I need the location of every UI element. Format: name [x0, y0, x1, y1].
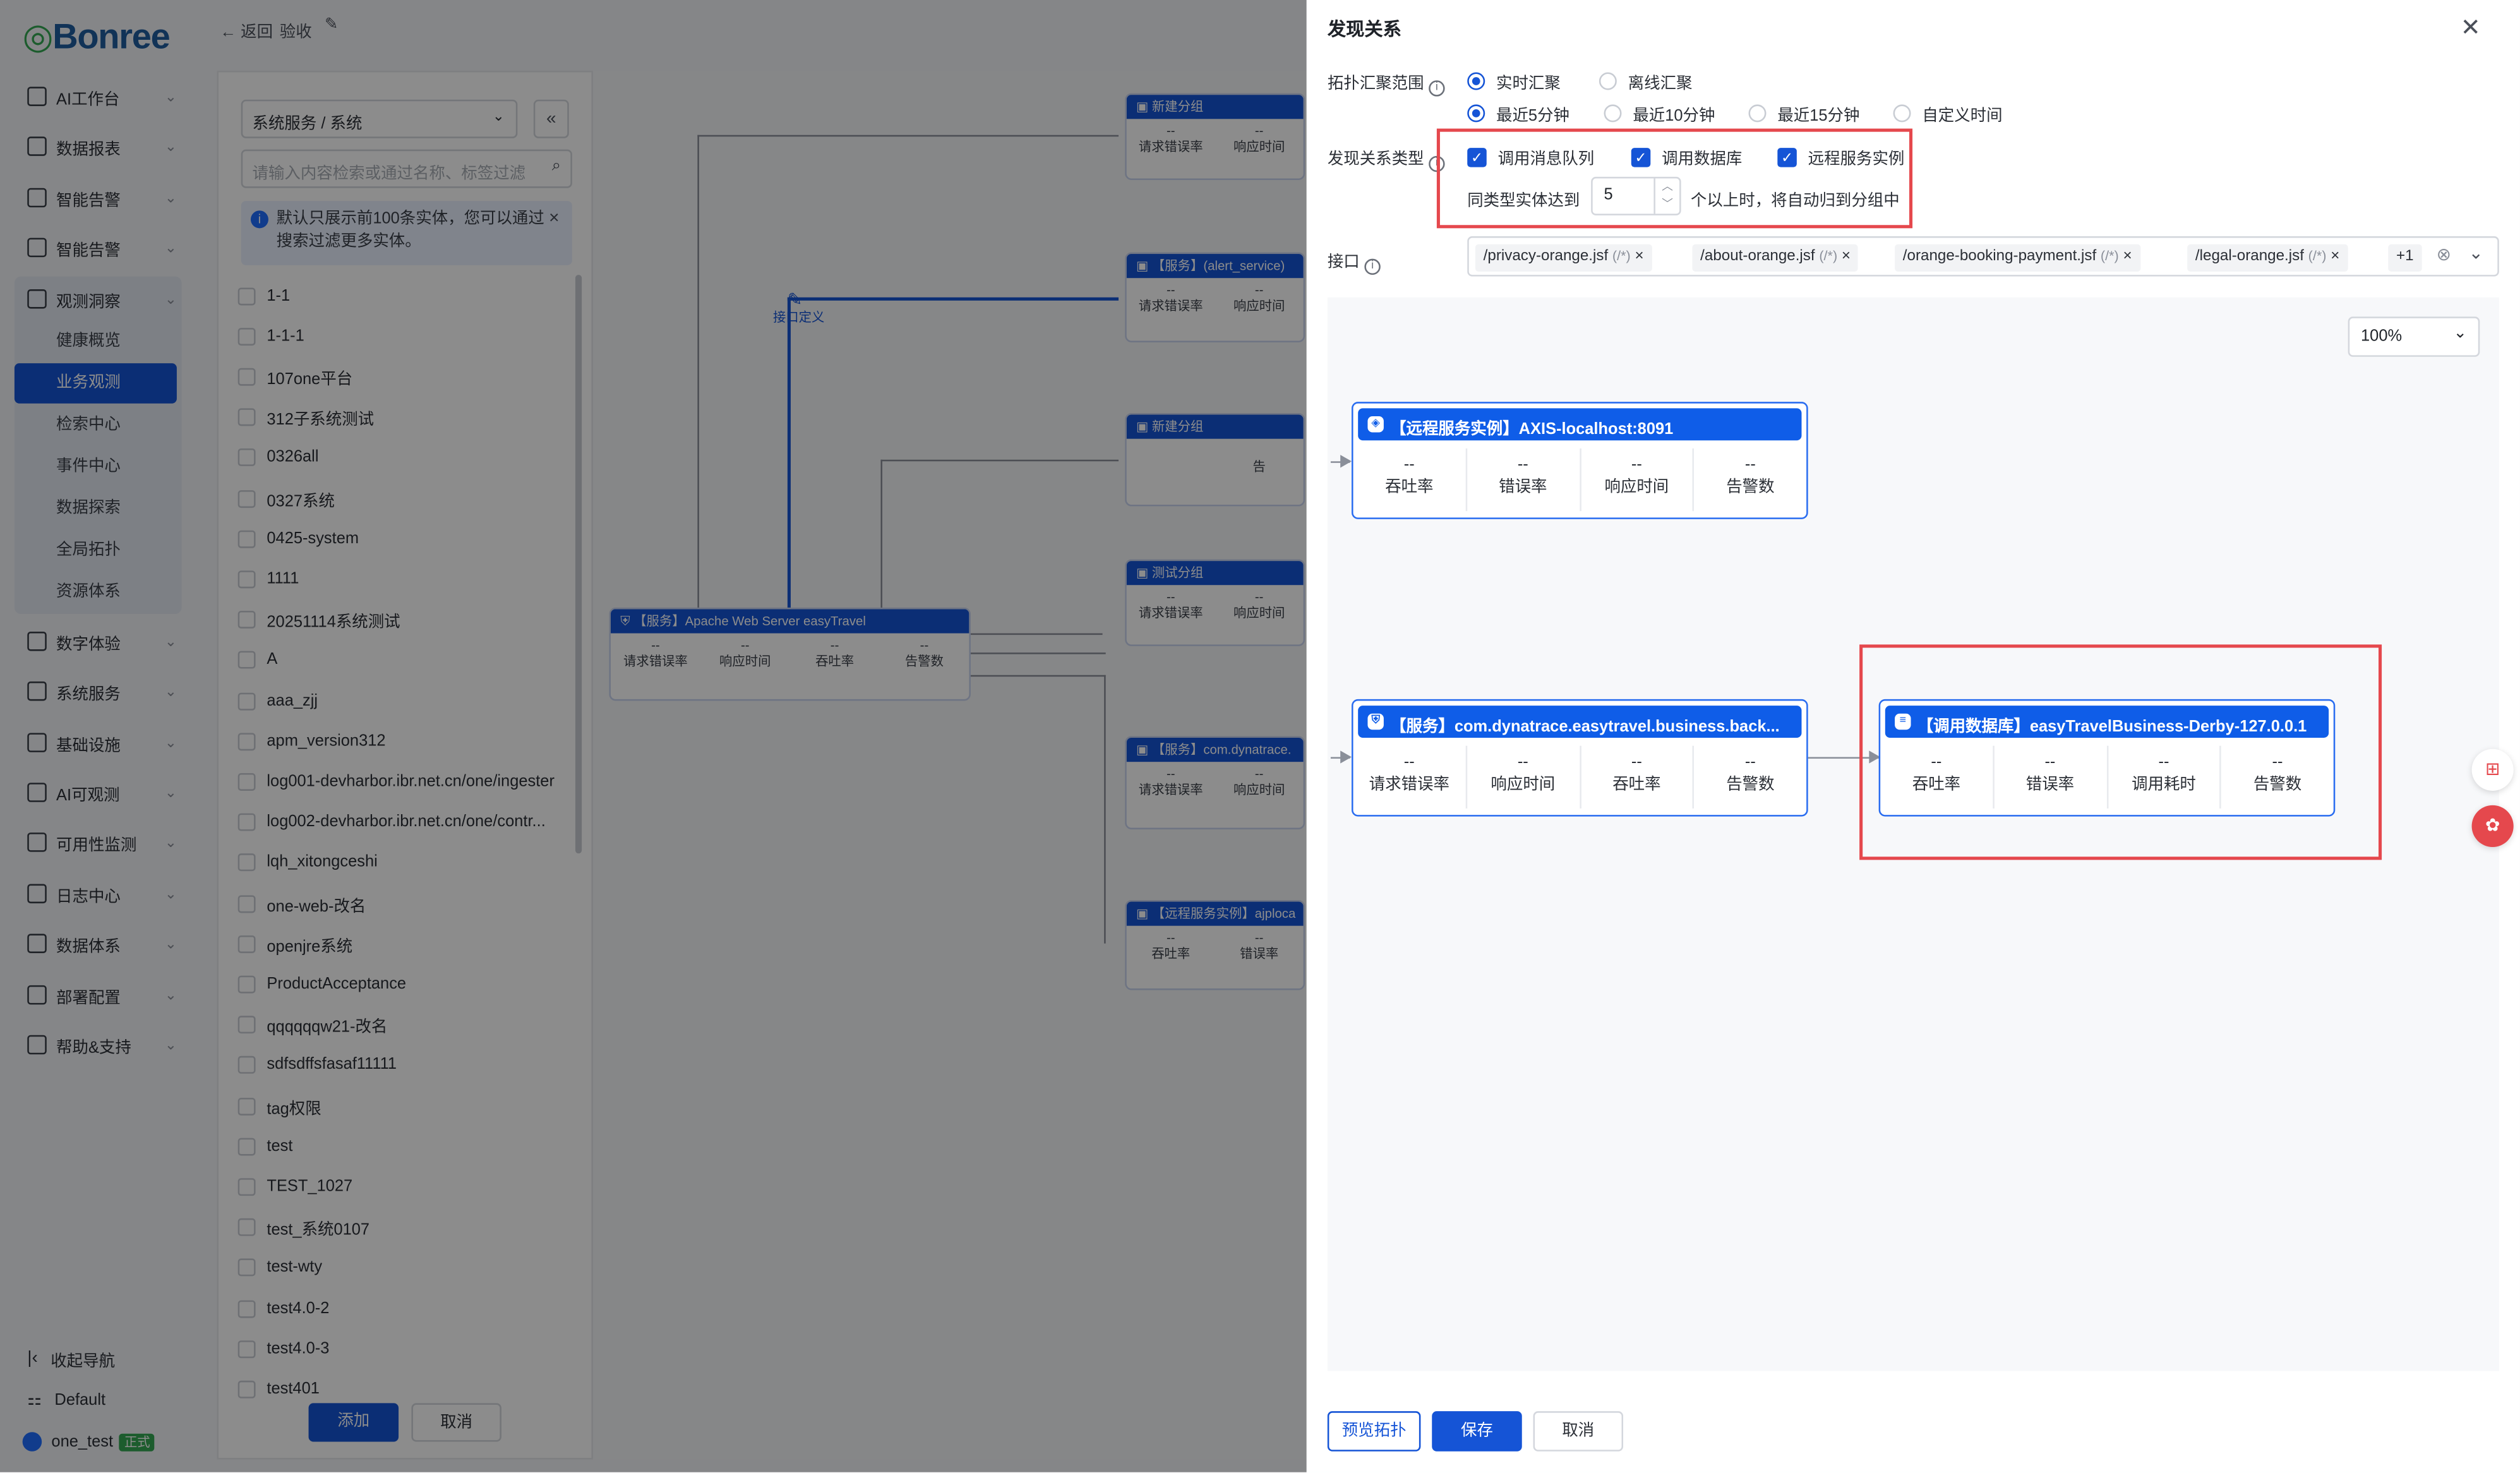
- metric: -- 吞吐率: [1581, 745, 1695, 809]
- metric: -- 请求错误率: [1353, 745, 1467, 809]
- radio-option[interactable]: 离线汇聚: [1599, 69, 1693, 93]
- interface-tag-path: (/*): [2308, 247, 2327, 264]
- zoom-value: 100%: [2361, 328, 2403, 346]
- metric-label: 告警数: [1726, 776, 1775, 795]
- interface-tag[interactable]: /orange-booking-payment.jsf (/*) ×: [1895, 244, 2140, 272]
- metric-value: --: [1744, 456, 1756, 474]
- node-title: 【服务】com.dynatrace.easytravel.business.ba…: [1390, 718, 1780, 736]
- drawer-title: 发现关系: [1327, 21, 1401, 40]
- remote-instance-icon: ◈: [1367, 416, 1384, 433]
- radio-option[interactable]: 自定义时间: [1893, 101, 2003, 125]
- metric-value: --: [1744, 754, 1756, 772]
- close-icon[interactable]: ×: [2327, 248, 2339, 265]
- radio-label: 最近10分钟: [1633, 107, 1715, 126]
- metric: -- 告警数: [1695, 448, 1806, 511]
- grid-apps-icon[interactable]: ⊞: [2471, 749, 2514, 791]
- more-tags-count[interactable]: +1: [2388, 244, 2422, 272]
- chevron-down-icon[interactable]: ⌄: [2469, 243, 2483, 264]
- metric: -- 告警数: [1695, 746, 1806, 809]
- interface-tag-name: /about-orange.jsf: [1700, 247, 1815, 265]
- close-icon[interactable]: ✕: [2461, 13, 2481, 42]
- relation-type-label: 发现关系类型 i: [1328, 145, 1445, 172]
- interface-tag-name: /legal-orange.jsf: [2195, 247, 2304, 265]
- metric: -- 响应时间: [1467, 745, 1581, 809]
- interface-tag-path: (/*): [2100, 247, 2119, 264]
- info-icon: i: [1429, 80, 1445, 97]
- metric-label: 吞吐率: [1385, 479, 1434, 497]
- interface-tag[interactable]: /privacy-orange.jsf (/*) ×: [1475, 244, 1652, 272]
- metric-value: --: [1517, 456, 1528, 474]
- metric-label: 告警数: [1726, 479, 1775, 497]
- radio-label: 最近15分钟: [1777, 107, 1860, 126]
- radio-label: 最近5分钟: [1496, 107, 1569, 126]
- radio-option[interactable]: 实时汇聚: [1467, 69, 1561, 93]
- modal-overlay[interactable]: [0, 0, 1307, 1472]
- radio-button[interactable]: [1604, 104, 1622, 123]
- radio-button[interactable]: [1467, 104, 1485, 123]
- interface-tag[interactable]: /about-orange.jsf (/*) ×: [1692, 244, 1859, 272]
- metric: -- 吞吐率: [1353, 448, 1467, 512]
- metric-value: --: [1631, 754, 1642, 772]
- preview-topology-button[interactable]: 预览拓扑: [1327, 1411, 1421, 1452]
- edge-arrow: [1330, 455, 1352, 468]
- node-title: 【远程服务实例】AXIS-localhost:8091: [1390, 421, 1674, 439]
- radio-button[interactable]: [1599, 72, 1617, 90]
- radio-option[interactable]: 最近15分钟: [1748, 101, 1860, 126]
- chevron-down-icon: ⌄: [2453, 325, 2467, 342]
- radio-label: 离线汇聚: [1628, 75, 1693, 93]
- metric-label: 响应时间: [1604, 479, 1669, 497]
- app-root: ◎Bonree AI工作台 ⌄ 数据报表 ⌄ 智能告警 ⌄ 智能告警 ⌄ 观测洞察 ⌄ 数字体验 ⌄ 系…: [0, 0, 2520, 1472]
- metric-label: 吞吐率: [1612, 776, 1661, 795]
- close-icon[interactable]: ×: [1837, 248, 1851, 265]
- highlight-box-database: [1859, 644, 2382, 860]
- assistant-icon[interactable]: ✿: [2471, 805, 2514, 848]
- interface-tag-path: (/*): [1819, 247, 1838, 264]
- zoom-select[interactable]: 100% ⌄: [2348, 316, 2480, 357]
- metric: -- 响应时间: [1581, 448, 1695, 512]
- close-icon[interactable]: ×: [1631, 248, 1643, 265]
- metric-value: --: [1403, 456, 1415, 474]
- cancel-button[interactable]: 取消: [1533, 1411, 1624, 1452]
- interface-tag[interactable]: /legal-orange.jsf (/*) ×: [2187, 244, 2348, 272]
- radio-button[interactable]: [1893, 104, 1911, 123]
- node-remote-service-instance[interactable]: ◈ 【远程服务实例】AXIS-localhost:8091 -- 吞吐率 -- 错误率 -…: [1352, 402, 1808, 519]
- service-icon: ⛨: [1367, 713, 1384, 730]
- info-icon: i: [1364, 258, 1381, 275]
- interface-tag-name: /orange-booking-payment.jsf: [1902, 247, 2097, 265]
- interface-label-text: 接口: [1327, 254, 1360, 272]
- radio-button[interactable]: [1748, 104, 1767, 123]
- interface-label: 接口 i: [1328, 248, 1381, 275]
- radio-option[interactable]: 最近5分钟: [1467, 101, 1569, 125]
- node-header: ⛨ 【服务】com.dynatrace.easytravel.business.b…: [1358, 706, 1802, 738]
- edge-arrow: [1330, 750, 1352, 764]
- highlight-box-relation-type: [1436, 128, 1913, 229]
- interface-multiselect[interactable]: /privacy-orange.jsf (/*) ×/about-orange.…: [1467, 236, 2499, 277]
- node-metrics: -- 吞吐率 -- 错误率 -- 响应时间 -- 告警数: [1353, 448, 1807, 512]
- radio-label: 实时汇聚: [1496, 75, 1561, 93]
- relation-type-label-text: 发现关系类型: [1327, 151, 1424, 169]
- radio-option[interactable]: 最近10分钟: [1604, 101, 1715, 125]
- clear-icon[interactable]: ⊗: [2437, 244, 2451, 265]
- save-button[interactable]: 保存: [1432, 1411, 1522, 1452]
- metric-value: --: [1403, 754, 1415, 772]
- metric-label: 响应时间: [1491, 776, 1556, 795]
- scope-label: 拓扑汇聚范围 i: [1327, 69, 1445, 97]
- node-metrics: -- 请求错误率 -- 响应时间 -- 吞吐率 -- 告警数: [1353, 745, 1807, 809]
- interface-tag-path: (/*): [1612, 247, 1631, 264]
- node-service[interactable]: ⛨ 【服务】com.dynatrace.easytravel.business.b…: [1352, 699, 1808, 817]
- interface-tag-name: /privacy-orange.jsf: [1483, 247, 1609, 265]
- metric-value: --: [1631, 456, 1642, 474]
- metric-value: --: [1517, 754, 1528, 772]
- close-icon[interactable]: ×: [2119, 248, 2132, 265]
- metric-label: 请求错误率: [1369, 776, 1449, 795]
- radio-label: 自定义时间: [1922, 107, 2003, 126]
- node-header: ◈ 【远程服务实例】AXIS-localhost:8091: [1358, 408, 1802, 441]
- metric-label: 错误率: [1499, 479, 1547, 497]
- radio-button[interactable]: [1467, 72, 1485, 90]
- scope-label-text: 拓扑汇聚范围: [1327, 75, 1424, 93]
- metric: -- 错误率: [1467, 448, 1581, 512]
